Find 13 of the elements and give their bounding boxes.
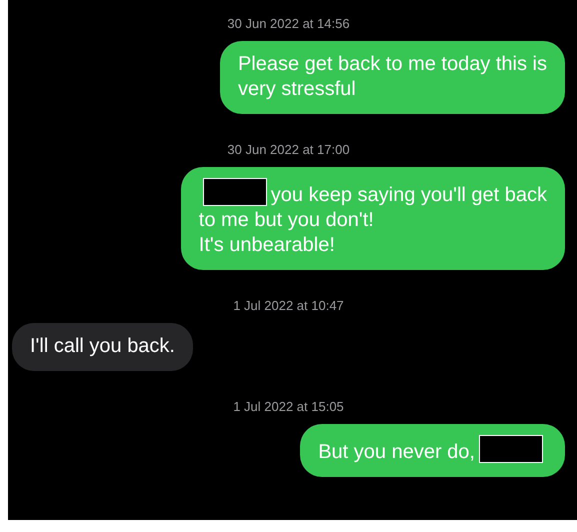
message-text: Please get back to me today this is xyxy=(238,53,547,75)
redaction-mark xyxy=(202,178,267,206)
message-text: But you never do, xyxy=(318,441,475,463)
message-timestamp: 1 Jul 2022 at 10:47 xyxy=(232,298,345,313)
redaction-mark xyxy=(479,435,543,463)
message-timestamp: 1 Jul 2022 at 15:05 xyxy=(232,399,345,414)
message-timestamp: 30 Jun 2022 at 17:00 xyxy=(226,142,351,157)
message-text: you keep saying you'll get back xyxy=(270,184,547,206)
message-text: It's unbearable! xyxy=(198,234,335,256)
message-text: very stressful xyxy=(238,78,356,100)
message-text: to me but you don't! xyxy=(198,209,374,231)
message-timestamp: 30 Jun 2022 at 14:56 xyxy=(226,16,351,31)
message-text: I'll call you back. xyxy=(30,335,175,357)
